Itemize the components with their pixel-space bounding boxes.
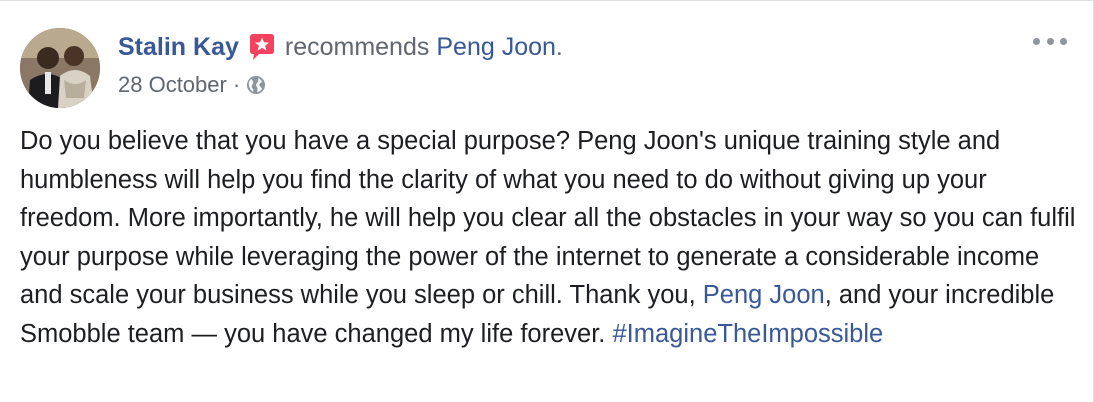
header-period: . <box>555 32 563 61</box>
hashtag-link[interactable]: #ImagineTheImpossible <box>612 320 883 348</box>
globe-icon[interactable] <box>246 75 266 95</box>
more-options-icon[interactable] <box>1033 31 1067 51</box>
avatar-photo <box>20 28 100 108</box>
more-dot <box>1033 37 1040 45</box>
post-meta: 28 October · <box>118 69 266 101</box>
recommendation-star-icon <box>247 32 277 62</box>
post-date[interactable]: 28 October <box>118 72 227 98</box>
more-dot <box>1060 37 1067 45</box>
recommended-page-link[interactable]: Peng Joon <box>436 33 556 62</box>
author-avatar[interactable] <box>20 28 100 108</box>
meta-separator: · <box>232 72 241 97</box>
post-header: Stalin Kay recommends Peng Joon . <box>118 27 563 67</box>
recommends-text: recommends <box>284 32 430 61</box>
post-card: Stalin Kay recommends Peng Joon . 28 Oct… <box>0 0 1094 402</box>
more-dot <box>1046 37 1054 45</box>
post-body: Do you believe that you have a special p… <box>20 122 1080 354</box>
mention-link[interactable]: Peng Joon <box>703 281 825 309</box>
author-name[interactable]: Stalin Kay <box>118 33 239 62</box>
